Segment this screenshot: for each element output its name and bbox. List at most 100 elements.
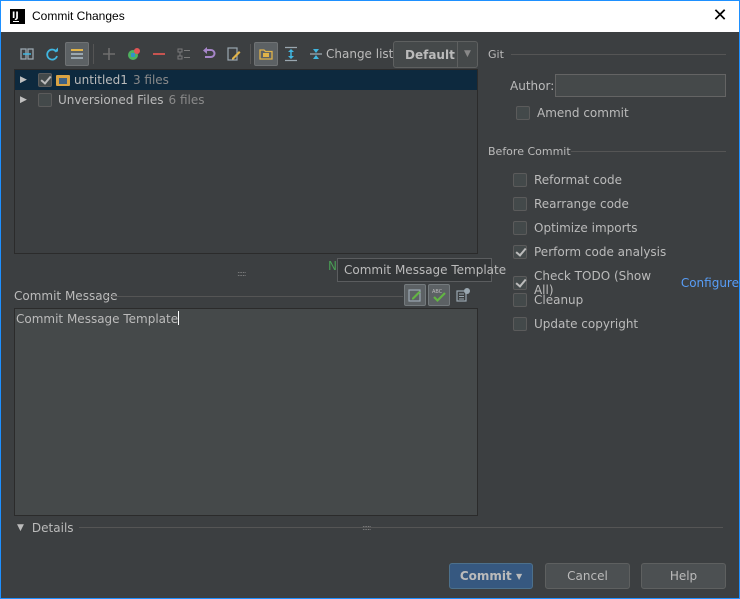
separator-line (511, 54, 726, 55)
expand-all-icon (285, 46, 297, 62)
checkbox[interactable] (513, 221, 527, 235)
option-label: Perform code analysis (534, 245, 667, 259)
window-title: Commit Changes (32, 9, 125, 23)
amend-commit-checkbox[interactable]: Amend commit (516, 106, 629, 120)
include-checkbox[interactable] (38, 73, 52, 87)
text-caret (178, 311, 180, 325)
spellcheck-icon: ABC (432, 289, 446, 303)
rollback-icon (203, 47, 216, 58)
show-directories-button[interactable] (254, 42, 278, 66)
separator-line (105, 296, 403, 297)
changelist-dropdown[interactable]: Default ▼ (393, 41, 478, 68)
option-optimize-imports[interactable]: Optimize imports (513, 221, 638, 235)
chevron-down-icon: ▼ (515, 572, 523, 581)
collapse-triangle-icon: ▼ (17, 523, 24, 533)
refresh-button[interactable] (40, 42, 64, 66)
commit-message-input[interactable]: Commit Message Template (14, 308, 478, 516)
commit-button-label: Commit (459, 569, 512, 583)
refresh-icon (46, 47, 58, 61)
commit-button[interactable]: Commit ▼ (449, 563, 533, 589)
expand-all-button[interactable] (279, 42, 303, 66)
changes-toolbar (15, 41, 329, 67)
include-checkbox[interactable] (38, 93, 52, 107)
option-reformat-code[interactable]: Reformat code (513, 173, 622, 187)
commit-changes-dialog: IJ Commit Changes ✕ Change list: Default… (0, 0, 740, 599)
checkbox[interactable] (513, 317, 527, 331)
option-update-copyright[interactable]: Update copyright (513, 317, 638, 331)
commit-message-text: Commit Message Template (16, 312, 179, 326)
tree-row-count: 6 files (168, 93, 205, 107)
message-template-button[interactable] (404, 284, 426, 306)
tooltip: Commit Message Template (337, 258, 506, 282)
toolbar-separator (250, 44, 251, 64)
option-label: Rearrange code (534, 197, 629, 211)
commit-history-icon (456, 288, 470, 302)
details-toggle[interactable]: ▼ Details (17, 521, 74, 535)
tree-row-unversioned-files[interactable]: ▶ Unversioned Files 6 files (15, 90, 477, 110)
commit-history-button[interactable] (452, 284, 474, 306)
edit-source-button[interactable] (222, 42, 246, 66)
checkbox[interactable] (516, 106, 530, 120)
option-label: Update copyright (534, 317, 639, 331)
toolbar-separator (93, 44, 94, 64)
checkbox[interactable] (513, 276, 527, 290)
option-perform-code-analysis[interactable]: Perform code analysis (513, 245, 666, 259)
tree-row-name: untitled1 (74, 73, 128, 87)
show-diff-icon (20, 48, 34, 60)
configure-link[interactable]: Configure (681, 276, 739, 290)
remove-button[interactable] (147, 42, 171, 66)
splitter-handle[interactable]: ::::: (237, 269, 247, 278)
commit-message-tools: ABC (404, 284, 476, 306)
checkbox[interactable] (513, 293, 527, 307)
amend-commit-label: Amend commit (537, 106, 629, 120)
separator-line (79, 527, 723, 528)
message-template-icon (408, 289, 421, 302)
checkbox[interactable] (513, 197, 527, 211)
chevron-down-icon: ▼ (457, 42, 477, 67)
checkbox[interactable] (513, 245, 527, 259)
changelist-label: Change list: (326, 47, 398, 61)
group-by-directory-icon (71, 49, 83, 59)
git-section-title: Git (488, 48, 504, 61)
spellcheck-button[interactable]: ABC (428, 284, 450, 306)
changelist-value: Default (405, 48, 455, 62)
help-button[interactable]: Help (641, 563, 726, 589)
move-to-changelist-button[interactable] (122, 42, 146, 66)
expand-arrow-icon[interactable]: ▶ (20, 95, 30, 105)
add-button[interactable] (97, 42, 121, 66)
option-rearrange-code[interactable]: Rearrange code (513, 197, 629, 211)
collapse-all-button[interactable] (304, 42, 328, 66)
commit-message-label: Commit Message (14, 289, 118, 303)
option-label: Reformat code (534, 173, 622, 187)
move-to-changelist-icon (128, 48, 140, 60)
checkbox[interactable] (513, 173, 527, 187)
status-fragment: N (328, 259, 337, 273)
option-label: Cleanup (534, 293, 584, 307)
add-icon (103, 48, 115, 60)
remove-icon (153, 53, 165, 55)
shelve-icon (177, 48, 190, 60)
tree-row-count: 3 files (132, 73, 169, 87)
svg-text:ABC: ABC (432, 289, 443, 295)
show-directories-icon (259, 49, 273, 60)
cancel-button[interactable]: Cancel (545, 563, 630, 589)
shelve-button[interactable] (172, 42, 196, 66)
rollback-button[interactable] (197, 42, 221, 66)
title-bar: IJ Commit Changes ✕ (1, 1, 739, 32)
tree-row-untitled1[interactable]: ▶ untitled1 3 files (15, 70, 477, 90)
show-diff-button[interactable] (15, 42, 39, 66)
collapse-all-icon (310, 49, 322, 59)
author-input[interactable] (555, 74, 726, 97)
close-icon[interactable]: ✕ (709, 5, 731, 27)
module-folder-icon (56, 74, 70, 86)
changes-tree[interactable]: ▶ untitled1 3 files ▶ Unversioned Files … (14, 69, 478, 254)
option-label: Optimize imports (534, 221, 638, 235)
option-cleanup[interactable]: Cleanup (513, 293, 583, 307)
before-commit-section-title: Before Commit (488, 145, 571, 158)
group-by-directory-button[interactable] (65, 42, 89, 66)
expand-arrow-icon[interactable]: ▶ (20, 75, 30, 85)
details-label: Details (31, 521, 74, 535)
edit-source-icon (227, 47, 241, 61)
intellij-icon: IJ (10, 9, 25, 24)
tree-row-name: Unversioned Files (58, 93, 164, 107)
